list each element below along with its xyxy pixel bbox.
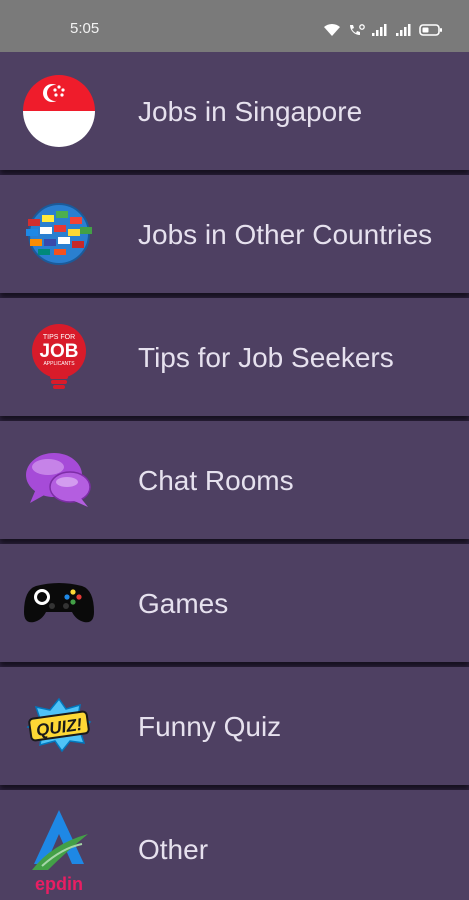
status-bar: 5:05 — [0, 0, 469, 52]
gamepad-icon — [22, 566, 96, 640]
signal-icon — [372, 24, 387, 36]
epdin-logo-icon: epdin — [22, 804, 96, 894]
menu-item-games[interactable]: Games — [0, 544, 469, 662]
epdin-text: epdin — [35, 874, 83, 894]
menu-item-other[interactable]: epdin Other — [0, 790, 469, 900]
status-time: 5:05 — [70, 20, 100, 37]
wifi-icon — [324, 23, 340, 36]
status-icons — [323, 20, 443, 40]
menu-item-jobs-singapore[interactable]: Jobs in Singapore — [0, 52, 469, 170]
menu-item-label: Tips for Job Seekers — [138, 341, 394, 373]
icon-text-top: TIPS FOR — [43, 334, 75, 341]
call-icon — [350, 24, 365, 35]
menu-item-label: Funny Quiz — [138, 710, 282, 742]
singapore-flag-icon — [22, 74, 96, 148]
menu-item-chat-rooms[interactable]: Chat Rooms — [0, 421, 469, 539]
icon-text-main: JOB — [39, 341, 78, 362]
menu-item-jobs-other-countries[interactable]: Jobs in Other Countries — [0, 175, 469, 293]
menu-item-label: Jobs in Singapore — [138, 95, 363, 127]
quiz-badge-icon: QUIZ! — [22, 689, 96, 763]
menu-item-label: Games — [138, 587, 229, 619]
menu-item-label: Chat Rooms — [138, 464, 294, 496]
chat-bubbles-icon — [22, 443, 96, 517]
signal-icon — [396, 24, 411, 36]
menu-item-label: Jobs in Other Countries — [138, 218, 433, 250]
menu-item-label: Other — [138, 833, 209, 865]
menu-item-funny-quiz[interactable]: QUIZ! Funny Quiz — [0, 667, 469, 785]
menu-list: Jobs in Singapore Jobs in Other Countrie… — [0, 52, 469, 900]
menu-item-tips-job-seekers[interactable]: TIPS FOR JOB APPLICANTS Tips for Job See… — [0, 298, 469, 416]
battery-icon — [419, 24, 442, 36]
icon-text-bottom: APPLICANTS — [43, 361, 75, 367]
job-tips-bulb-icon: TIPS FOR JOB APPLICANTS — [22, 320, 96, 394]
globe-flags-icon — [22, 197, 96, 271]
